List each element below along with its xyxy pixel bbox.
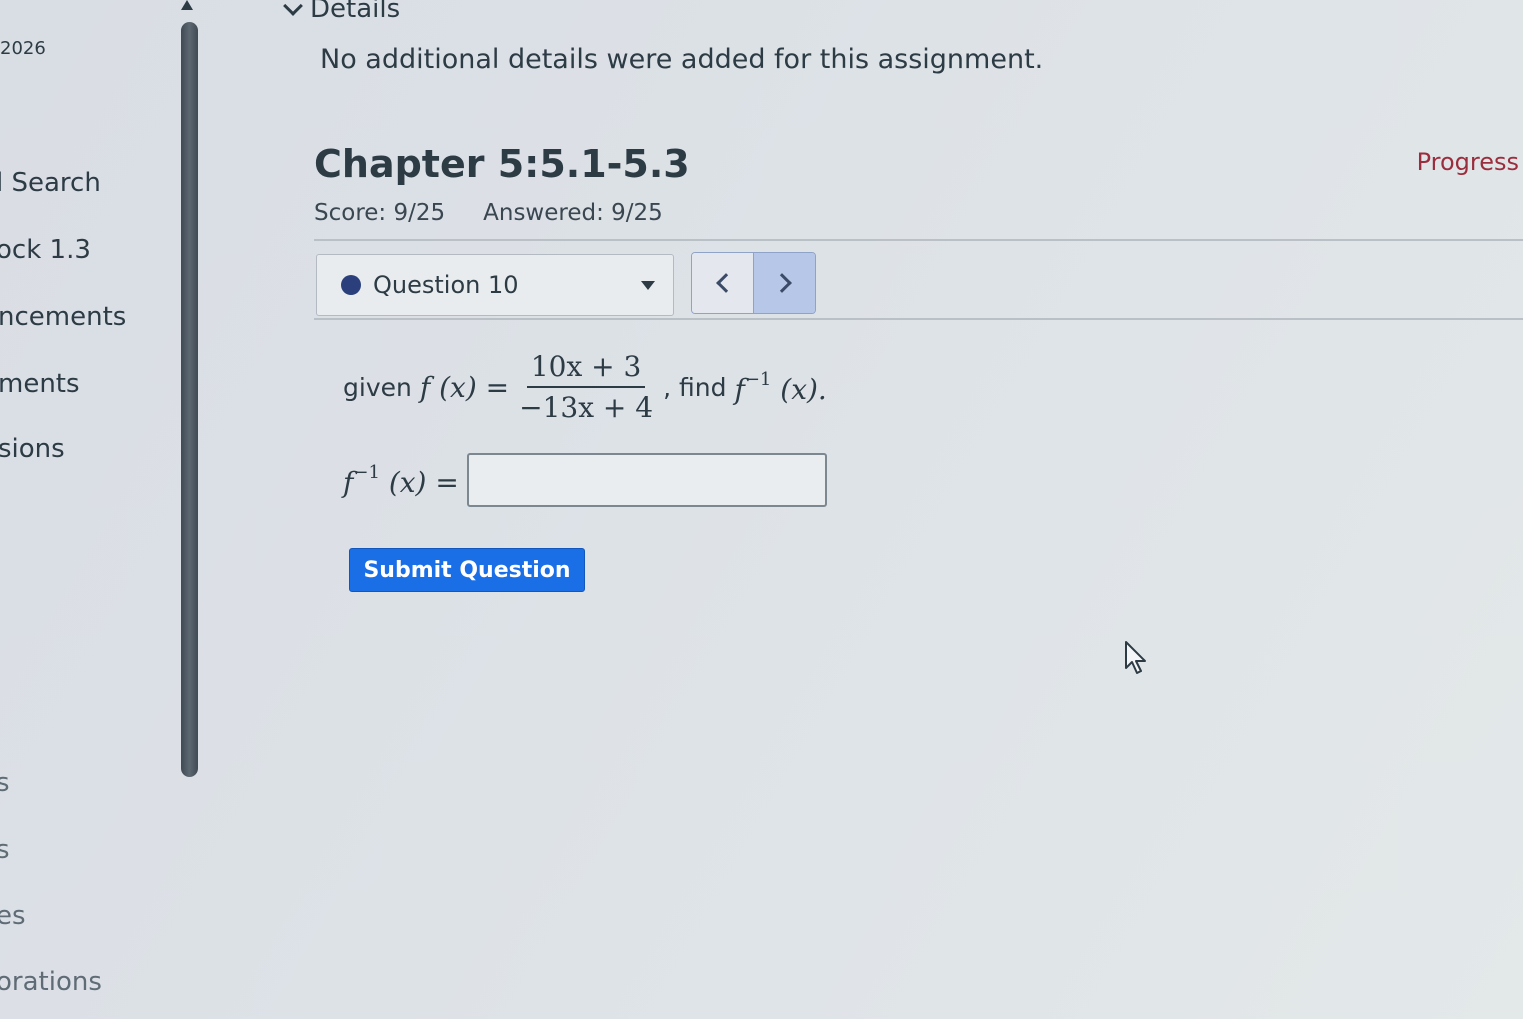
chevron-down-icon bbox=[283, 0, 303, 16]
fraction: 10x + 3 −13x + 4 bbox=[515, 350, 657, 424]
question-nav-group bbox=[691, 252, 816, 314]
fraction-numerator: 10x + 3 bbox=[526, 350, 646, 388]
score-text: Score: 9/25 bbox=[314, 200, 446, 226]
sidebar-item-collaborations[interactable]: orations bbox=[0, 967, 102, 997]
term-year: 2026 bbox=[0, 38, 46, 59]
problem-find-text: , find bbox=[663, 372, 727, 402]
details-text: No additional details were added for thi… bbox=[320, 44, 1044, 75]
sidebar-item-announcements[interactable]: ncements bbox=[0, 302, 126, 332]
next-question-button[interactable] bbox=[754, 253, 815, 313]
sidebar-scrollbar[interactable] bbox=[181, 22, 198, 777]
divider bbox=[314, 239, 1523, 241]
question-select-label: Question 10 bbox=[373, 271, 519, 299]
details-toggle[interactable]: Details bbox=[283, 0, 401, 24]
sidebar-item-partial-2[interactable]: s bbox=[0, 835, 10, 865]
function-definition: f (x) = bbox=[420, 371, 509, 404]
progress-link[interactable]: Progress bbox=[1417, 148, 1519, 176]
assignment-title: Chapter 5:5.1-5.3 bbox=[314, 142, 690, 186]
function-lhs: f (x) = bbox=[419, 370, 510, 404]
sidebar-item-assignments[interactable]: ments bbox=[0, 369, 80, 399]
details-label: Details bbox=[310, 0, 401, 24]
sidebar-item-discussions[interactable]: sions bbox=[0, 434, 65, 464]
previous-question-button[interactable] bbox=[692, 253, 754, 313]
sidebar-item-partial-3[interactable]: es bbox=[0, 901, 26, 931]
inverse-function-target: f−1 (x). bbox=[734, 368, 827, 406]
course-sidebar: 2026 l Search ock 1.3 ncements ments sio… bbox=[0, 0, 180, 1019]
score-line: Score: 9/25 Answered: 9/25 bbox=[314, 200, 663, 226]
mouse-cursor-icon bbox=[1125, 641, 1146, 674]
answer-row: f−1 (x) = bbox=[343, 453, 827, 507]
answered-text: Answered: 9/25 bbox=[483, 200, 663, 226]
sidebar-item-block[interactable]: ock 1.3 bbox=[0, 235, 91, 265]
chevron-right-icon bbox=[771, 273, 792, 293]
problem-given-text: given bbox=[343, 372, 412, 402]
sidebar-item-search[interactable]: l Search bbox=[0, 168, 101, 198]
question-select[interactable]: Question 10 bbox=[316, 254, 674, 316]
fraction-denominator: −13x + 4 bbox=[519, 391, 654, 424]
sidebar-item-partial-1[interactable]: s bbox=[0, 768, 10, 798]
answer-input[interactable] bbox=[466, 453, 827, 507]
scroll-up-arrow-icon[interactable] bbox=[181, 0, 193, 10]
submit-question-button[interactable]: Submit Question bbox=[349, 548, 585, 592]
chevron-left-icon bbox=[715, 273, 736, 293]
caret-down-icon bbox=[641, 281, 655, 290]
divider bbox=[314, 318, 1523, 320]
problem-statement: given f (x) = 10x + 3 −13x + 4 , find f−… bbox=[343, 350, 827, 424]
answer-label: f−1 (x) = bbox=[343, 461, 459, 499]
question-status-dot bbox=[341, 275, 361, 295]
